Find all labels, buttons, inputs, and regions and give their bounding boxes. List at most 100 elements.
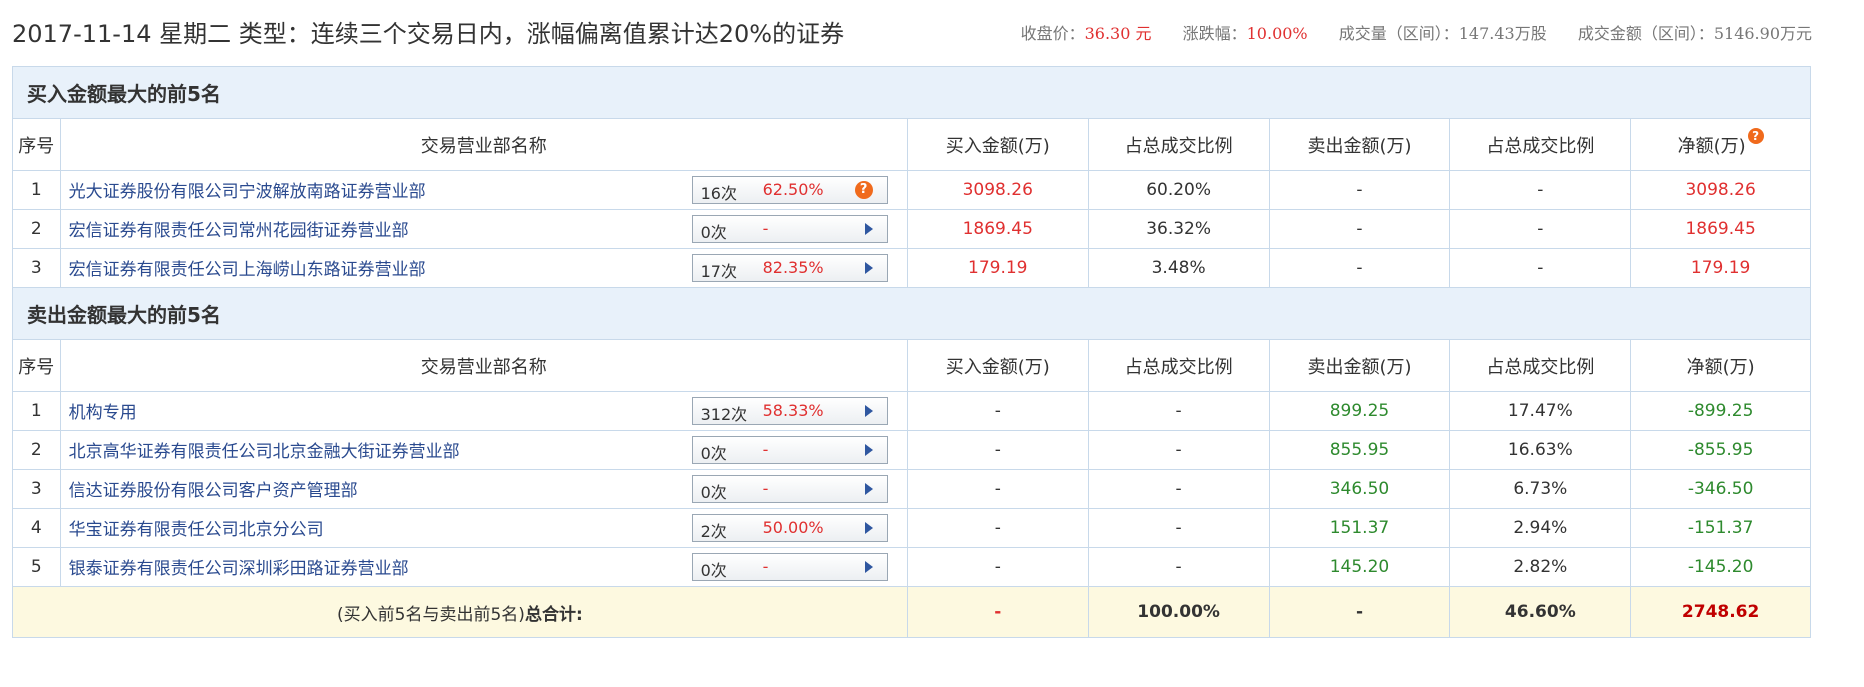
buy-ratio: - bbox=[1087, 391, 1270, 431]
col-branch-name: 交易营业部名称 bbox=[59, 118, 908, 171]
branch-cell: 宏信证券有限责任公司上海崂山东路证券营业部 17次 82.35% bbox=[59, 248, 908, 288]
col-sell-amount: 卖出金额(万) bbox=[1268, 118, 1451, 171]
row-index: 2 bbox=[12, 209, 61, 249]
buy-section: 买入金额最大的前5名 序号 交易营业部名称 买入金额(万) 占总成交比例 卖出金… bbox=[12, 66, 1811, 288]
change-label: 涨跌幅： bbox=[1182, 24, 1247, 43]
table-row: 3 宏信证券有限责任公司上海崂山东路证券营业部 17次 82.35% 179.19 3.4… bbox=[12, 248, 1811, 288]
sell-amount: - bbox=[1268, 209, 1451, 249]
table-row: 3 信达证券股份有限公司客户资产管理部 0次 - - -346.50 6.73% -346.5… bbox=[12, 469, 1811, 509]
table-row: 1 机构专用 312次 58.33% - -899.25 17.47% -899.25 bbox=[12, 391, 1811, 431]
net-amount: -346.50 bbox=[1630, 469, 1811, 509]
question-badge-icon[interactable]: ? bbox=[1747, 127, 1764, 144]
branch-name-link[interactable]: 银泰证券有限责任公司深圳彩田路证券营业部 bbox=[69, 554, 409, 579]
total-label-prefix: (买入前5名与卖出前5名) bbox=[337, 604, 525, 625]
listing-count: 0次 bbox=[700, 561, 727, 580]
col-index: 序号 bbox=[12, 118, 61, 171]
sell-amount: 151.37 bbox=[1268, 508, 1451, 548]
sell-column-headers: 序号 交易营业部名称 买入金额(万) 占总成交比例 卖出金额(万) 占总成交比例… bbox=[12, 339, 1811, 392]
col-buy-amount: 买入金额(万) bbox=[906, 118, 1089, 171]
sell-ratio: 16.63% bbox=[1449, 430, 1632, 470]
col-net: 净额(万) bbox=[1630, 339, 1811, 392]
listing-count: 312次 bbox=[700, 405, 748, 424]
buy-ratio: - bbox=[1087, 547, 1270, 587]
success-rate: - bbox=[762, 479, 769, 498]
row-index: 1 bbox=[12, 391, 61, 431]
branch-history-toggle[interactable]: 17次 82.35% bbox=[691, 254, 888, 282]
buy-amount: 179.19 bbox=[906, 248, 1089, 288]
buy-section-header: 买入金额最大的前5名 bbox=[12, 66, 1811, 119]
volume-stat: 成交量（区间）：147.43万股 bbox=[1338, 24, 1547, 43]
buy-amount: 3098.26 bbox=[906, 170, 1089, 210]
page-title: 2017-11-14 星期二 类型：连续三个交易日内，涨幅偏离值累计达20%的证… bbox=[12, 20, 845, 48]
triangle-right-icon[interactable] bbox=[864, 262, 873, 274]
sell-amount: 346.50 bbox=[1268, 469, 1451, 509]
branch-history-toggle[interactable]: 0次 - bbox=[691, 475, 888, 503]
listing-count: 17次 bbox=[700, 262, 737, 281]
sell-amount: 855.95 bbox=[1268, 430, 1451, 470]
sell-section: 卖出金额最大的前5名 序号 交易营业部名称 买入金额(万) 占总成交比例 卖出金… bbox=[12, 287, 1811, 587]
triangle-right-icon[interactable] bbox=[864, 223, 873, 235]
row-index: 5 bbox=[12, 547, 61, 587]
buy-amount: - bbox=[906, 547, 1089, 587]
buy-ratio: 60.20% bbox=[1087, 170, 1270, 210]
branch-history-toggle[interactable]: 0次 - bbox=[691, 553, 888, 581]
listing-count: 2次 bbox=[700, 522, 727, 541]
sell-amount: 899.25 bbox=[1268, 391, 1451, 431]
net-amount: -151.37 bbox=[1630, 508, 1811, 548]
listing-count: 16次 bbox=[700, 184, 737, 203]
buy-amount: 1869.45 bbox=[906, 209, 1089, 249]
net-amount: 179.19 bbox=[1630, 248, 1811, 288]
branch-cell: 光大证券股份有限公司宁波解放南路证券营业部 16次 62.50%? bbox=[59, 170, 908, 210]
row-index: 3 bbox=[12, 469, 61, 509]
total-section: (买入前5名与卖出前5名)总合计: - 100.00% - 46.60% 274… bbox=[12, 586, 1811, 638]
sell-amount: - bbox=[1268, 248, 1451, 288]
buy-ratio: - bbox=[1087, 430, 1270, 470]
table-row: 1 光大证券股份有限公司宁波解放南路证券营业部 16次 62.50%? 3098.26 6… bbox=[12, 170, 1811, 210]
sell-amount: 145.20 bbox=[1268, 547, 1451, 587]
triangle-right-icon[interactable] bbox=[864, 522, 873, 534]
branch-name-link[interactable]: 宏信证券有限责任公司常州花园街证券营业部 bbox=[69, 216, 409, 241]
row-index: 3 bbox=[12, 248, 61, 288]
total-buy-ratio: 100.00% bbox=[1087, 586, 1270, 638]
buy-ratio: 3.48% bbox=[1087, 248, 1270, 288]
triangle-right-icon[interactable] bbox=[864, 444, 873, 456]
branch-name-link[interactable]: 华宝证券有限责任公司北京分公司 bbox=[69, 515, 324, 540]
success-rate: - bbox=[762, 219, 769, 238]
listing-count: 0次 bbox=[700, 223, 727, 242]
sell-amount: - bbox=[1268, 170, 1451, 210]
table-row: 5 银泰证券有限责任公司深圳彩田路证券营业部 0次 - - -145.20 2.82% -14… bbox=[12, 547, 1811, 587]
sell-section-title: 卖出金额最大的前5名 bbox=[12, 287, 1811, 340]
branch-history-toggle[interactable]: 0次 - bbox=[691, 215, 888, 243]
triangle-right-icon[interactable] bbox=[864, 561, 873, 573]
col-sell-ratio: 占总成交比例 bbox=[1449, 339, 1632, 392]
question-badge-icon[interactable]: ? bbox=[854, 181, 873, 199]
net-amount: 1869.45 bbox=[1630, 209, 1811, 249]
col-net: 净额(万)? bbox=[1630, 118, 1811, 171]
col-buy-ratio: 占总成交比例 bbox=[1087, 339, 1270, 392]
net-amount: -145.20 bbox=[1630, 547, 1811, 587]
branch-history-toggle[interactable]: 312次 58.33% bbox=[691, 397, 888, 425]
total-buy: - bbox=[906, 586, 1089, 638]
branch-history-toggle[interactable]: 0次 - bbox=[691, 436, 888, 464]
success-rate: - bbox=[762, 440, 769, 459]
branch-history-toggle[interactable]: 2次 50.00% bbox=[691, 514, 888, 542]
triangle-right-icon[interactable] bbox=[864, 405, 873, 417]
branch-history-toggle[interactable]: 16次 62.50%? bbox=[691, 176, 888, 204]
sell-ratio: 2.94% bbox=[1449, 508, 1632, 548]
branch-name-link[interactable]: 光大证券股份有限公司宁波解放南路证券营业部 bbox=[69, 177, 426, 202]
buy-ratio: 36.32% bbox=[1087, 209, 1270, 249]
branch-name-link[interactable]: 宏信证券有限责任公司上海崂山东路证券营业部 bbox=[69, 255, 426, 280]
sell-ratio: - bbox=[1449, 209, 1632, 249]
branch-cell: 宏信证券有限责任公司常州花园街证券营业部 0次 - bbox=[59, 209, 908, 249]
total-sell-ratio: 46.60% bbox=[1449, 586, 1632, 638]
col-buy-amount: 买入金额(万) bbox=[906, 339, 1089, 392]
branch-name-link[interactable]: 机构专用 bbox=[69, 398, 137, 423]
triangle-right-icon[interactable] bbox=[864, 483, 873, 495]
col-net-label: 净额(万) bbox=[1677, 135, 1746, 157]
sell-section-header: 卖出金额最大的前5名 bbox=[12, 287, 1811, 340]
branch-cell: 信达证券股份有限公司客户资产管理部 0次 - bbox=[59, 469, 908, 509]
branch-name-link[interactable]: 北京高华证券有限责任公司北京金融大街证券营业部 bbox=[69, 437, 460, 462]
branch-name-link[interactable]: 信达证券股份有限公司客户资产管理部 bbox=[69, 476, 358, 501]
change-value: 10.00% bbox=[1246, 24, 1308, 43]
row-index: 1 bbox=[12, 170, 61, 210]
